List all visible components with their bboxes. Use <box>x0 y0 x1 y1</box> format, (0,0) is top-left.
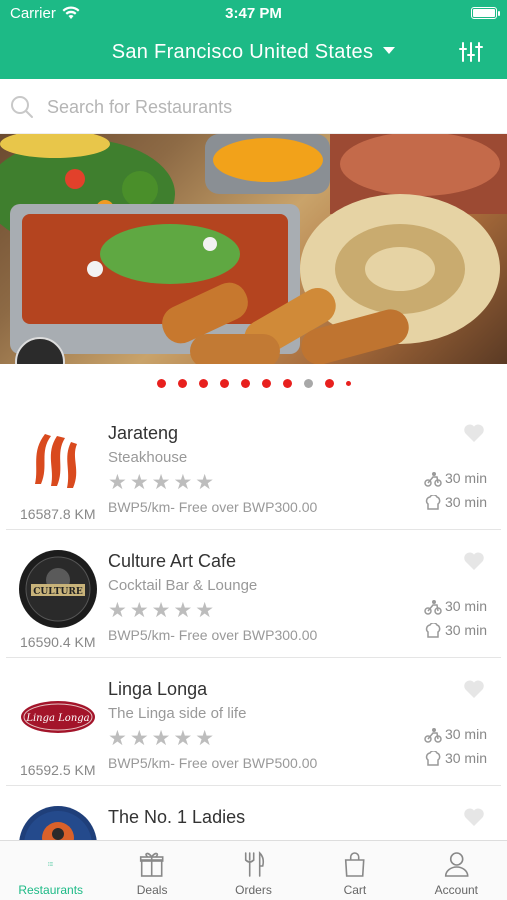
delivery-time-value: 30 min <box>444 470 487 486</box>
chef-hat-icon <box>425 750 441 767</box>
restaurant-name: Linga Longa <box>108 679 208 699</box>
restaurant-name: Culture Art Cafe <box>108 551 237 571</box>
restaurant-distance: 16592.5 KM <box>20 762 96 778</box>
rating-stars: ★★★★★ <box>108 727 218 750</box>
restaurant-name: Jarateng <box>108 423 179 443</box>
search-bar <box>0 79 507 134</box>
rating-stars: ★★★★★ <box>108 599 218 622</box>
restaurant-logo: Linga Longa <box>19 678 97 756</box>
food-photo <box>0 134 507 364</box>
carousel-dot[interactable] <box>219 379 229 389</box>
carousel-dot[interactable] <box>303 379 313 389</box>
carousel-dot[interactable] <box>198 379 208 389</box>
delivery-time-value: 30 min <box>444 598 487 614</box>
tab-label: Cart <box>343 883 367 897</box>
bottom-tab-bar: Restaurants Deals Orders Cart Account <box>0 840 507 900</box>
app-header: Carrier 3:47 PM San Francisco United Sta… <box>0 0 507 79</box>
delivery-time: 30 min <box>424 726 487 744</box>
delivery-fee: BWP5/km- Free over BWP300.00 <box>108 627 318 643</box>
promo-banner[interactable] <box>0 134 507 364</box>
tab-label: Deals <box>136 883 168 897</box>
battery-icon <box>471 7 500 19</box>
restaurant-cuisine: The Linga side of life <box>108 705 247 722</box>
carousel-pagination[interactable] <box>0 375 507 389</box>
location-selector[interactable]: San Francisco United States <box>0 41 507 64</box>
chef-hat-icon <box>425 494 441 511</box>
scooter-icon <box>424 728 442 744</box>
rating-stars: ★★★★★ <box>108 471 218 494</box>
restaurant-distance: 16590.4 KM <box>20 634 96 650</box>
carousel-dot[interactable] <box>156 379 166 389</box>
restaurant-list: 16587.8 KM Jarateng Steakhouse ★★★★★ BWP… <box>0 402 507 900</box>
clock: 3:47 PM <box>225 5 282 22</box>
tab-orders[interactable]: Orders <box>203 841 304 900</box>
location-label: San Francisco United States <box>111 41 374 63</box>
filter-icon[interactable] <box>459 41 483 63</box>
chevron-down-icon <box>383 47 396 55</box>
logo-text-culture: CULTURE <box>33 587 83 597</box>
carousel-dot[interactable] <box>177 379 187 389</box>
restaurant-card[interactable]: Linga Longa 16592.5 KM Linga Longa The L… <box>6 658 501 786</box>
delivery-time: 30 min <box>424 470 487 488</box>
restaurant-distance: 16587.8 KM <box>20 506 96 522</box>
delivery-time: 30 min <box>424 598 487 616</box>
tab-deals[interactable]: Deals <box>101 841 202 900</box>
favorite-heart-icon[interactable] <box>463 551 485 571</box>
tab-restaurants[interactable]: Restaurants <box>0 841 101 900</box>
restaurant-logo <box>19 422 97 500</box>
tab-label: Restaurants <box>18 883 84 897</box>
tab-label: Orders <box>235 883 272 897</box>
logo-text-linga: Linga Longa <box>25 713 89 724</box>
delivery-fee: BWP5/km- Free over BWP500.00 <box>108 755 318 771</box>
scooter-icon <box>424 472 442 488</box>
carousel-dot[interactable] <box>261 379 271 389</box>
bag-icon <box>345 852 365 877</box>
restaurant-cuisine: Cocktail Bar & Lounge <box>108 577 258 594</box>
search-input[interactable] <box>47 91 487 123</box>
prep-time: 30 min <box>424 622 487 639</box>
favorite-heart-icon[interactable] <box>463 807 485 827</box>
prep-time: 30 min <box>424 750 487 767</box>
person-icon <box>444 852 469 877</box>
restaurant-card[interactable]: 16587.8 KM Jarateng Steakhouse ★★★★★ BWP… <box>6 402 501 530</box>
carousel-dot[interactable] <box>324 379 334 389</box>
tab-label: Account <box>434 883 478 897</box>
restaurant-logo: CULTURE <box>19 550 97 628</box>
list-icon <box>48 862 53 866</box>
restaurant-name: The No. 1 Ladies <box>108 807 246 827</box>
tab-cart[interactable]: Cart <box>304 841 405 900</box>
carousel-dot[interactable] <box>282 379 292 389</box>
restaurant-cuisine: Steakhouse <box>108 449 188 466</box>
scooter-icon <box>424 600 442 616</box>
prep-time-value: 30 min <box>444 750 487 766</box>
status-bar: Carrier 3:47 PM <box>0 0 507 28</box>
delivery-fee: BWP5/km- Free over BWP300.00 <box>108 499 318 515</box>
tab-account[interactable]: Account <box>406 841 507 900</box>
carousel-dot[interactable] <box>240 379 250 389</box>
restaurant-card[interactable]: CULTURE 16590.4 KM Culture Art Cafe Cock… <box>6 530 501 658</box>
utensils-icon <box>244 851 264 877</box>
prep-time: 30 min <box>424 494 487 511</box>
favorite-heart-icon[interactable] <box>463 423 485 443</box>
prep-time-value: 30 min <box>444 622 487 638</box>
prep-time-value: 30 min <box>444 494 487 510</box>
delivery-time-value: 30 min <box>444 726 487 742</box>
favorite-heart-icon[interactable] <box>463 679 485 699</box>
gift-icon <box>140 852 164 877</box>
chef-hat-icon <box>425 622 441 639</box>
search-icon <box>11 96 33 118</box>
carousel-dot[interactable] <box>345 381 351 387</box>
